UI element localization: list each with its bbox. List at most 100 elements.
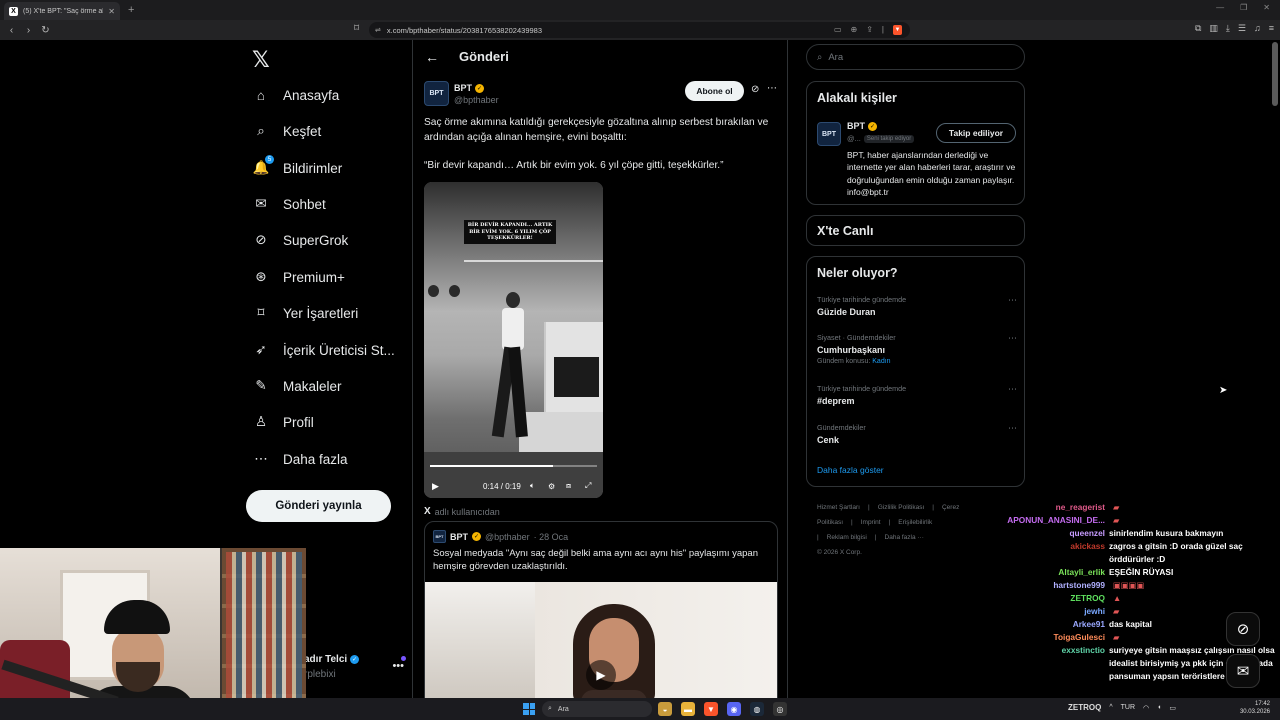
share-icon[interactable]: ⇪ xyxy=(866,25,873,35)
nav-item-6[interactable]: ⌑ Yer İşaretleri xyxy=(252,304,359,322)
trend-item[interactable]: Gündemdekiler Cenk ⋯ xyxy=(817,423,1017,445)
brave-shield-icon[interactable]: ▼ xyxy=(893,25,902,35)
minimize-icon[interactable]: — xyxy=(1216,3,1224,12)
show-more-link[interactable]: Daha fazla göster xyxy=(817,465,884,475)
more-options-icon[interactable]: ••• xyxy=(392,660,404,672)
extensions-icon[interactable]: ⧉ xyxy=(1195,23,1201,34)
footer-link[interactable]: © 2026 X Corp. xyxy=(817,549,862,556)
more-icon[interactable]: ⋯ xyxy=(767,83,777,94)
more-icon[interactable]: ⋯ xyxy=(1008,384,1017,395)
chat-username[interactable]: ToigaGulesci xyxy=(990,631,1105,644)
close-window-icon[interactable]: ✕ xyxy=(1263,3,1270,12)
windows-start-icon[interactable] xyxy=(523,703,535,715)
nav-item-4[interactable]: ⊘ SuperGrok xyxy=(252,231,348,249)
chevron-up-icon[interactable]: ^ xyxy=(1109,704,1112,711)
site-settings-icon[interactable]: ⇌ xyxy=(375,26,381,34)
download-icon[interactable]: ⤓ xyxy=(1226,23,1230,34)
avatar[interactable]: BPT xyxy=(817,122,841,146)
brave-browser-icon[interactable]: ▼ xyxy=(704,702,718,716)
more-icon[interactable]: ⋯ xyxy=(1008,333,1017,344)
grok-float-icon[interactable]: ⊘ xyxy=(1226,612,1260,646)
video-progress-bar[interactable] xyxy=(430,465,597,467)
avatar[interactable]: BPT xyxy=(424,81,449,106)
sidebar-icon[interactable]: ▥ xyxy=(1209,23,1218,34)
pip-icon[interactable]: ▭ xyxy=(834,25,842,35)
zoom-icon[interactable]: ⊕ xyxy=(851,25,858,35)
scrollbar[interactable] xyxy=(1272,42,1278,106)
browser-tab[interactable]: X (5) X'te BPT: "Saç örme akımına ... ✕ xyxy=(4,2,120,20)
steam-icon[interactable]: ◍ xyxy=(750,702,764,716)
forward-arrow-icon[interactable]: › xyxy=(21,25,36,36)
bookmark-page-icon[interactable]: ⌑ xyxy=(354,23,359,34)
video-player[interactable]: BİR DEVİR KAPANDI... ARTIK BİR EVİM YOK.… xyxy=(424,182,603,498)
footer-link[interactable]: Daha fazla ··· xyxy=(885,534,924,541)
url-input[interactable]: ⇌ x.com/bpthaber/status/2038176538202439… xyxy=(369,22,910,38)
nav-item-8[interactable]: ✎ Makaleler xyxy=(252,377,341,395)
chat-username[interactable]: exxstinctio xyxy=(990,644,1105,657)
nav-item-2[interactable]: 🔔 5 Bildirimler xyxy=(252,155,342,177)
widget-icon[interactable]: ◒ xyxy=(658,702,672,716)
trend-item[interactable]: Türkiye tarihinde gündemde Güzide Duran ⋯ xyxy=(817,295,1017,317)
battery-icon[interactable]: ▭ xyxy=(1169,704,1176,712)
folder-icon[interactable]: ▬ xyxy=(681,702,695,716)
play-icon[interactable]: ▶ xyxy=(432,481,439,492)
post-button[interactable]: Gönderi yayınla xyxy=(246,490,391,522)
menu-icon[interactable]: ☰ xyxy=(1238,23,1246,34)
chat-username[interactable]: jewhi xyxy=(990,605,1105,618)
chat-username[interactable]: queenzel xyxy=(990,527,1105,540)
more-icon[interactable]: ⋯ xyxy=(1008,423,1017,434)
trend-item[interactable]: Türkiye tarihinde gündemde #deprem ⋯ xyxy=(817,384,1017,406)
nav-item-10[interactable]: ⋯ Daha fazla xyxy=(252,450,347,468)
settings-icon[interactable]: ⚙︎ xyxy=(548,482,555,491)
discord-icon[interactable]: ◉ xyxy=(727,702,741,716)
back-icon[interactable]: ← xyxy=(425,49,439,65)
volume-icon[interactable]: ◖ xyxy=(1157,704,1161,711)
nav-item-0[interactable]: ⌂ Anasayfa xyxy=(252,86,339,104)
footer-link[interactable]: Reklam bilgisi xyxy=(827,534,867,541)
quoted-tweet[interactable]: BPT BPT ✓ @bpthaber · 28 Oca Sosyal medy… xyxy=(424,521,778,720)
wifi-icon[interactable]: ◠ xyxy=(1143,704,1149,712)
nav-item-5[interactable]: ⊛ Premium+ xyxy=(252,268,345,286)
chat-username[interactable]: ZETROQ xyxy=(990,592,1105,605)
chat-username[interactable]: ne_reagerist xyxy=(990,501,1105,514)
footer-link[interactable]: Hizmet Şartları xyxy=(817,504,860,511)
chat-username[interactable]: Arkee91 xyxy=(990,618,1105,631)
taskbar-search[interactable]: ⌕ Ara xyxy=(542,701,652,717)
nav-item-9[interactable]: ♙ Profil xyxy=(252,413,314,431)
subscribe-button[interactable]: Abone ol xyxy=(685,81,744,101)
media-icon[interactable]: ♫ xyxy=(1254,23,1261,34)
more-icon[interactable]: ⋯ xyxy=(1008,295,1017,306)
footer-link[interactable]: Gizlilik Politikası xyxy=(878,504,925,511)
obs-icon[interactable]: ◎ xyxy=(773,702,787,716)
close-tab-icon[interactable]: ✕ xyxy=(108,7,115,16)
footer-link[interactable]: Imprint xyxy=(861,519,881,526)
maximize-icon[interactable]: ❐ xyxy=(1240,3,1247,12)
messages-float-icon[interactable]: ✉ xyxy=(1226,654,1260,688)
nav-item-1[interactable]: ⌕ Keşfet xyxy=(252,122,321,140)
taskbar-clock[interactable]: 17:42 30.03.2026 xyxy=(1240,700,1270,716)
nav-item-7[interactable]: ➶ İçerik Üreticisi St... xyxy=(252,341,394,359)
new-tab-icon[interactable]: + xyxy=(128,4,134,16)
chat-username[interactable]: Altayli_erlik xyxy=(990,566,1105,579)
x-logo-icon[interactable]: 𝕏 xyxy=(252,48,270,73)
fullscreen-icon[interactable]: ⤢ xyxy=(585,481,591,491)
account-switcher[interactable]: adır Telci ✓ rplebixi ••• xyxy=(304,654,414,680)
nav-item-3[interactable]: ✉ Sohbet xyxy=(252,195,325,213)
footer-link[interactable]: Erişilebilirlik xyxy=(898,519,932,526)
search-input[interactable]: ⌕ Ara xyxy=(806,44,1025,70)
app-menu-icon[interactable]: ≡ xyxy=(1269,23,1274,34)
author-handle[interactable]: @bpthaber xyxy=(454,95,499,105)
grok-icon[interactable]: ⊘ xyxy=(751,84,759,95)
back-arrow-icon[interactable]: ‹ xyxy=(4,25,19,36)
captions-icon[interactable]: ⧈ xyxy=(566,481,571,491)
x-live-panel[interactable]: X'te Canlı xyxy=(806,215,1025,246)
related-name[interactable]: BPT ✓ xyxy=(847,121,877,131)
chat-username[interactable]: akickass xyxy=(990,540,1105,553)
source-text[interactable]: adlı kullanıcıdan xyxy=(435,507,500,517)
volume-icon[interactable]: 🔈︎ xyxy=(530,481,535,491)
trend-item[interactable]: Siyaset · Gündemdekiler Cumhurbaşkanı Günd… xyxy=(817,333,1017,365)
chat-username[interactable]: APONUN_ANASINI_DE... xyxy=(990,514,1105,527)
play-icon[interactable]: ▶ xyxy=(586,660,616,690)
chat-username[interactable]: hartstone999 xyxy=(990,579,1105,592)
following-button[interactable]: Takip ediliyor xyxy=(936,123,1016,143)
